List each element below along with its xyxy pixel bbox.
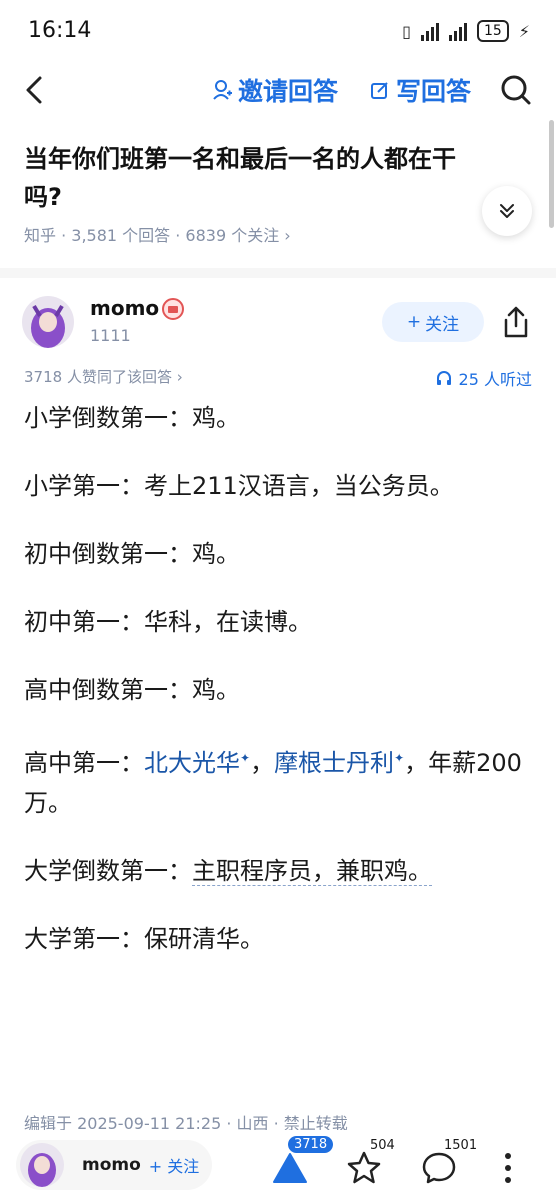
answer-line: 小学第一：考上211汉语言，当公务员。 <box>24 472 454 500</box>
status-bar: 16:14 ▯ 15 ⚡ <box>0 0 556 62</box>
invite-user-icon <box>213 80 232 100</box>
write-answer-button[interactable]: 写回答 <box>370 72 471 108</box>
upvote-count: 3718 <box>288 1136 334 1153</box>
status-time: 16:14 <box>28 18 92 43</box>
bottom-author-chip[interactable]: momo + 关注 <box>16 1140 212 1190</box>
edit-icon <box>371 82 388 99</box>
comment-button[interactable]: 1501 <box>420 1138 480 1190</box>
comment-icon <box>422 1152 456 1184</box>
bottom-follow-button[interactable]: + 关注 <box>149 1153 200 1177</box>
share-icon <box>504 306 528 338</box>
chevron-double-down-icon <box>500 204 514 218</box>
bottom-avatar[interactable] <box>20 1143 64 1187</box>
answer-line: 小学倒数第一：鸡。 <box>24 404 240 432</box>
status-icons: ▯ 15 ⚡ <box>402 20 530 42</box>
keyword-link[interactable]: 摩根士丹利✦ <box>274 749 404 777</box>
comment-count: 1501 <box>444 1138 478 1153</box>
author-bio: 1111 <box>90 326 131 345</box>
expand-button[interactable] <box>482 186 532 236</box>
question-meta[interactable]: 知乎 · 3,581 个回答 · 6839 个关注 › <box>24 222 291 246</box>
bottom-action-bar: momo + 关注 3718 504 1501 <box>0 1130 556 1200</box>
line-separator: ， <box>250 749 275 777</box>
bottom-author-name: momo <box>82 1155 141 1175</box>
like-button[interactable]: 504 <box>346 1138 406 1190</box>
sparkle-icon: ✦ <box>240 751 251 765</box>
like-count: 504 <box>370 1138 395 1153</box>
answer-line: 大学倒数第一：主职程序员，兼职鸡。 <box>24 851 534 891</box>
search-icon <box>501 75 531 105</box>
back-arrow-icon <box>26 76 42 104</box>
keyword-link[interactable]: 北大光华✦ <box>144 749 250 777</box>
charging-icon: ⚡ <box>518 21 530 41</box>
write-label: 写回答 <box>396 77 472 106</box>
line-prefix: 高中第一： <box>24 749 144 777</box>
search-button[interactable] <box>498 72 534 108</box>
plus-icon: + <box>406 312 422 332</box>
answer-line: 初中第一：华科，在读博。 <box>24 608 312 636</box>
answer-line: 高中第一：北大光华✦，摩根士丹利✦，年薪200万。 <box>24 738 534 823</box>
share-button[interactable] <box>500 304 532 340</box>
answer-line: 大学第一：保研清华。 <box>24 925 264 953</box>
annotated-text[interactable]: 主职程序员，兼职鸡。 <box>192 857 432 886</box>
author-name[interactable]: momo <box>90 296 159 320</box>
more-vertical-icon <box>505 1153 511 1183</box>
answer-body: 小学倒数第一：鸡。 小学第一：考上211汉语言，当公务员。 初中倒数第一：鸡。 … <box>24 398 534 987</box>
vote-info[interactable]: 3718 人赞同了该回答 › <box>24 366 183 387</box>
follow-button[interactable]: + 关注 <box>382 302 484 342</box>
headphones-icon <box>436 371 451 385</box>
more-button[interactable] <box>494 1140 524 1190</box>
line-prefix: 大学倒数第一： <box>24 857 192 885</box>
scrollbar[interactable] <box>549 120 554 228</box>
upvote-icon <box>273 1153 307 1183</box>
invite-label: 邀请回答 <box>238 77 339 106</box>
vibrate-icon: ▯ <box>402 21 411 41</box>
nav-bar: 邀请回答 写回答 <box>0 62 556 120</box>
badge-icon <box>162 298 184 320</box>
invite-answer-button[interactable]: 邀请回答 <box>212 72 338 108</box>
section-divider <box>0 268 556 278</box>
signal-icon-2 <box>448 21 467 41</box>
question-title[interactable]: 当年你们班第一名和最后一名的人都在干吗? <box>24 140 484 216</box>
sparkle-icon: ✦ <box>394 751 405 765</box>
follow-label: 关注 <box>425 314 460 335</box>
listen-info[interactable]: 25 人听过 <box>435 366 532 390</box>
signal-icon <box>420 21 439 41</box>
upvote-button[interactable]: 3718 <box>268 1136 334 1190</box>
answer-line: 初中倒数第一：鸡。 <box>24 540 240 568</box>
listen-text: 25 人听过 <box>458 370 532 389</box>
author-avatar[interactable] <box>22 296 74 348</box>
answer-line: 高中倒数第一：鸡。 <box>24 676 240 704</box>
battery-icon: 15 <box>476 20 509 42</box>
back-button[interactable] <box>18 72 54 108</box>
star-icon <box>347 1151 381 1184</box>
